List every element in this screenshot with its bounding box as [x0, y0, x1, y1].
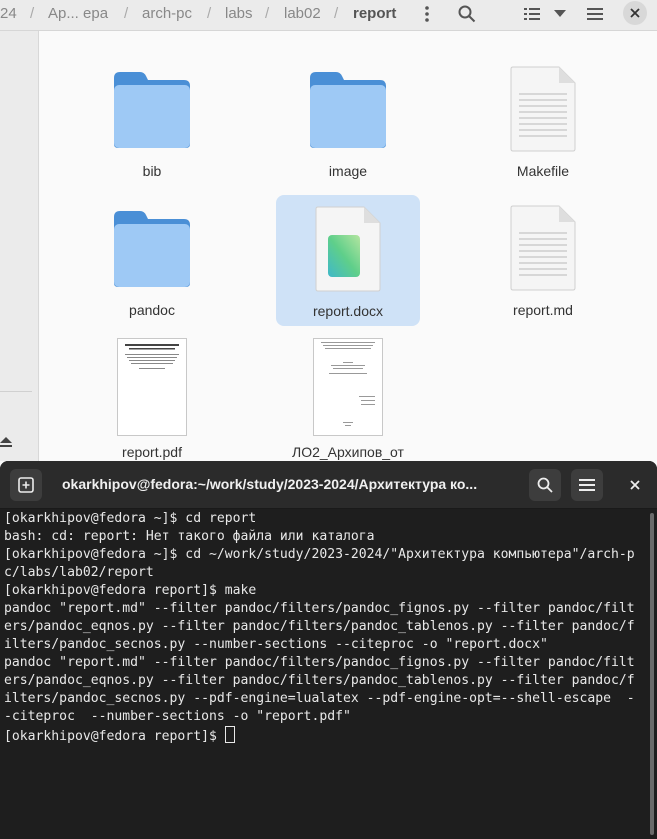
search-icon: [537, 477, 553, 493]
file-name: ЛО2_Архипов_от: [292, 444, 404, 460]
terminal-menu-button[interactable]: [571, 469, 603, 501]
terminal-line: ers/pandoc_eqnos.py --filter pandoc/filt…: [4, 619, 635, 634]
file-item-report-pdf[interactable]: report.pdf: [80, 336, 224, 462]
terminal-headerbar: okarkhipov@fedora:~/work/study/2023-2024…: [0, 461, 657, 509]
breadcrumb-current[interactable]: report: [353, 0, 396, 27]
terminal-line: ilters/pandoc_secnos.py --number-section…: [4, 637, 548, 652]
more-vertical-icon: [425, 5, 429, 22]
file-name: report.md: [513, 302, 573, 318]
hamburger-menu-icon: [579, 479, 595, 491]
file-item-bib[interactable]: bib: [80, 61, 224, 185]
eject-icon: [0, 437, 12, 447]
file-name: image: [328, 163, 368, 179]
pdf-thumbnail-icon: [117, 338, 187, 436]
view-options-button[interactable]: [549, 0, 571, 27]
list-view-button[interactable]: [520, 0, 544, 27]
file-manager-header: 24 / Ар... ера / arch-pc / labs / lab02 …: [0, 0, 657, 31]
file-item-report-md[interactable]: report.md: [471, 200, 615, 324]
close-icon: [630, 480, 640, 490]
file-grid: bib image Makefile pandoc report.docx re…: [39, 31, 657, 461]
terminal-window: okarkhipov@fedora:~/work/study/2023-2024…: [0, 461, 657, 839]
new-tab-icon: [18, 477, 34, 493]
terminal-search-button[interactable]: [529, 469, 561, 501]
terminal-line: [okarkhipov@fedora report]$ make: [4, 583, 257, 598]
breadcrumb-separator: /: [265, 5, 270, 22]
terminal-close-button[interactable]: [619, 469, 651, 501]
terminal-scrollbar[interactable]: [650, 513, 654, 835]
terminal-line: -citeproc --number-sections -o "report.p…: [4, 709, 351, 724]
terminal-line: c/labs/lab02/report: [4, 565, 154, 580]
file-item-report-docx[interactable]: report.docx: [276, 195, 420, 326]
path-menu-button[interactable]: [418, 0, 436, 27]
eject-button[interactable]: [0, 435, 12, 453]
breadcrumb-separator: /: [124, 5, 129, 22]
terminal-line: ers/pandoc_eqnos.py --filter pandoc/filt…: [4, 673, 635, 688]
terminal-output[interactable]: [okarkhipov@fedora ~]$ cd report bash: c…: [4, 510, 644, 836]
terminal-line: [okarkhipov@fedora ~]$ cd ~/work/study/2…: [4, 547, 635, 562]
folder-icon: [114, 72, 190, 148]
breadcrumb-separator: /: [30, 5, 35, 22]
chevron-down-icon: [554, 9, 566, 17]
terminal-line: [okarkhipov@fedora ~]$ cd report: [4, 511, 257, 526]
close-icon: [630, 8, 640, 18]
text-file-icon: [510, 66, 576, 152]
file-name: report.pdf: [122, 444, 182, 460]
breadcrumb-separator: /: [207, 5, 212, 22]
terminal-line: pandoc "report.md" --filter pandoc/filte…: [4, 601, 635, 616]
folder-icon: [310, 72, 386, 148]
file-item-lab-report-pdf[interactable]: ЛО2_Архипов_от: [276, 336, 420, 462]
sidebar-divider: [0, 391, 32, 392]
main-menu-button[interactable]: [583, 0, 607, 27]
terminal-prompt: [okarkhipov@fedora report]$: [4, 729, 225, 744]
file-name: report.docx: [312, 303, 384, 319]
folder-icon: [114, 211, 190, 287]
hamburger-menu-icon: [587, 7, 603, 20]
search-icon: [458, 5, 476, 22]
pdf-thumbnail-icon: [313, 338, 383, 436]
breadcrumb-separator: /: [334, 5, 339, 22]
file-name: pandoc: [129, 302, 175, 318]
file-name: Makefile: [516, 163, 570, 179]
document-icon: [315, 206, 381, 292]
terminal-cursor: [224, 726, 235, 743]
file-item-pandoc[interactable]: pandoc: [80, 200, 224, 324]
list-view-icon: [524, 7, 540, 20]
close-window-button[interactable]: [623, 1, 647, 25]
terminal-title: okarkhipov@fedora:~/work/study/2023-2024…: [62, 476, 478, 492]
file-item-image[interactable]: image: [276, 61, 420, 185]
breadcrumb-item[interactable]: arch-pc: [142, 0, 192, 27]
breadcrumb-item[interactable]: labs: [225, 0, 253, 27]
breadcrumb-item[interactable]: lab02: [284, 0, 321, 27]
file-item-makefile[interactable]: Makefile: [471, 61, 615, 185]
breadcrumb-item[interactable]: 24: [0, 0, 17, 27]
terminal-line: pandoc "report.md" --filter pandoc/filte…: [4, 655, 635, 670]
new-tab-button[interactable]: [10, 469, 42, 501]
text-file-icon: [510, 205, 576, 291]
terminal-line: ilters/pandoc_secnos.py --pdf-engine=lua…: [4, 691, 635, 706]
sidebar: [0, 31, 39, 461]
search-button[interactable]: [455, 0, 479, 27]
breadcrumb-item[interactable]: Ар... ера: [48, 0, 108, 27]
terminal-line: bash: cd: report: Нет такого файла или к…: [4, 529, 375, 544]
file-name: bib: [142, 163, 162, 179]
